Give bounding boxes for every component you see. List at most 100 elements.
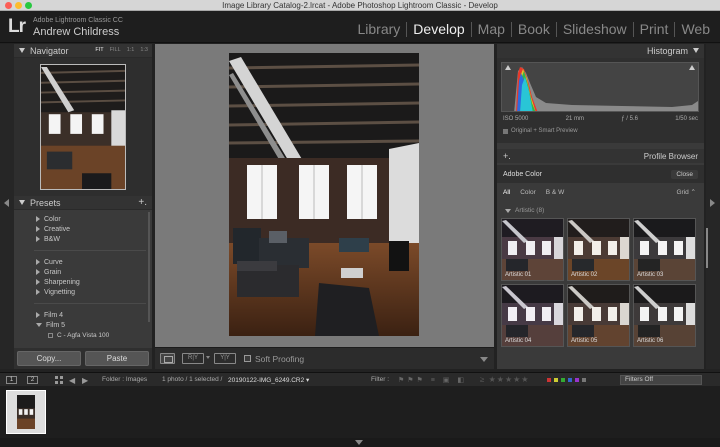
profile-view-select[interactable]: Grid ⌃ (676, 188, 696, 196)
add-profile-icon[interactable]: +. (503, 151, 511, 161)
disclosure-down-icon (505, 208, 511, 213)
color-label-filter[interactable] (547, 378, 586, 382)
secondary-window-2-button[interactable]: 2 (27, 376, 38, 384)
grid-view-icon[interactable] (55, 376, 63, 384)
focal-length-value: 21 mm (565, 116, 584, 122)
preset-group-grain[interactable]: Grain (14, 267, 152, 277)
back-arrow-icon[interactable]: ◀ (69, 376, 75, 385)
zoom-1-1[interactable]: 1:1 (127, 47, 135, 53)
disclosure-down-icon (36, 323, 42, 327)
folder-source[interactable]: Folder : Images (102, 376, 147, 383)
module-web[interactable]: Web (675, 22, 716, 37)
right-panel-scrollbar[interactable] (706, 228, 708, 268)
rating-filter[interactable]: ≥ ★★★★★ (480, 375, 529, 384)
module-book[interactable]: Book (512, 22, 557, 37)
module-map[interactable]: Map (472, 22, 512, 37)
filmstrip-toggle[interactable] (0, 438, 720, 447)
preset-file-icon (48, 332, 53, 338)
user-name: Andrew Childress (33, 26, 120, 38)
preset-group-bw[interactable]: B&W (14, 234, 152, 244)
preset-group-film-4[interactable]: Film 4 (14, 310, 152, 320)
presets-header[interactable]: Presets +. (14, 196, 152, 210)
disclosure-right-icon (36, 289, 40, 295)
preset-group-color[interactable]: Color (14, 214, 152, 224)
preset-group-sharpening[interactable]: Sharpening (14, 277, 152, 287)
profile-thumb[interactable]: Artistic 03 (633, 218, 696, 281)
secondary-window-1-button[interactable]: 1 (6, 376, 17, 384)
disclosure-right-icon (36, 279, 40, 285)
zoom-fit[interactable]: FIT (95, 47, 103, 53)
filter-preset-select[interactable]: Filters Off (620, 375, 702, 385)
filter-all[interactable]: All (503, 189, 510, 196)
profile-thumb-label: Artistic 05 (571, 338, 598, 344)
preset-group-film-5[interactable]: Film 5 (14, 320, 152, 330)
current-filename[interactable]: 20190122-IMG_6249.CR2 ▾ (228, 376, 309, 384)
green-label-icon[interactable] (561, 378, 565, 382)
filter-bw[interactable]: B & W (546, 189, 564, 196)
zoom-1-3[interactable]: 1:3 (140, 47, 148, 53)
preset-group-creative[interactable]: Creative (14, 224, 152, 234)
profile-thumb[interactable]: Artistic 04 (501, 284, 564, 347)
highlight-clipping-icon[interactable] (689, 65, 695, 70)
selection-count: 1 photo / 1 selected / (162, 376, 223, 383)
preview-status: Original + Smart Preview (501, 122, 700, 134)
histogram-graph[interactable] (501, 62, 699, 112)
filter-color[interactable]: Color (520, 189, 536, 196)
before-after-button[interactable]: R|Y (182, 353, 204, 364)
profile-thumb-label: Artistic 01 (505, 272, 532, 278)
gray-label-icon[interactable] (582, 378, 586, 382)
copy-paste-bar: Copy... Paste (14, 348, 152, 369)
photo-canvas[interactable] (155, 44, 494, 347)
navigator-header[interactable]: Navigator FIT FILL 1:1 1:3 (14, 44, 152, 58)
right-panel-toggle[interactable] (706, 44, 720, 369)
red-label-icon[interactable] (547, 378, 551, 382)
artistic-group-header[interactable]: Artistic (8) (497, 201, 704, 216)
swap-before-after-button[interactable]: Y|Y (214, 353, 236, 364)
identity-plate: Lr Adobe Lightroom Classic CC Andrew Chi… (0, 11, 720, 43)
blue-label-icon[interactable] (568, 378, 572, 382)
profile-thumb[interactable]: Artistic 01 (501, 218, 564, 281)
filmstrip-thumb[interactable] (6, 390, 46, 434)
left-panel-toggle[interactable] (0, 44, 14, 369)
profile-thumb[interactable]: Artistic 06 (633, 284, 696, 347)
histogram-header[interactable]: Histogram (497, 44, 704, 58)
copy-button[interactable]: Copy... (17, 351, 81, 366)
exif-info: ISO 5000 21 mm ƒ / 5.6 1/50 sec (501, 112, 700, 122)
smart-preview-icon (503, 128, 508, 134)
loupe-view-button[interactable] (160, 353, 175, 364)
flag-filter-icons[interactable]: ⚑⚑⚑ ≡ ▣ ◧ (398, 376, 478, 384)
collapse-right-icon (710, 199, 715, 207)
disclosure-down-icon (19, 200, 25, 205)
profile-thumb-label: Artistic 02 (571, 272, 598, 278)
dropdown-icon[interactable] (206, 356, 210, 359)
presets-scrollbar[interactable] (148, 212, 150, 322)
filmstrip (0, 386, 720, 438)
soft-proofing-checkbox[interactable] (244, 355, 251, 362)
presets-panel: Presets +. Color Creative B&W Curve Grai… (14, 196, 152, 346)
toolbar-menu-icon[interactable] (480, 357, 488, 362)
current-profile-name: Adobe Color (503, 170, 542, 178)
module-print[interactable]: Print (634, 22, 676, 37)
yellow-label-icon[interactable] (554, 378, 558, 382)
close-profile-browser-button[interactable]: Close (671, 169, 698, 179)
module-slideshow[interactable]: Slideshow (557, 22, 634, 37)
shadow-clipping-icon[interactable] (505, 65, 511, 70)
paste-button[interactable]: Paste (85, 351, 149, 366)
shutter-value: 1/50 sec (675, 116, 698, 122)
preset-group-vignetting[interactable]: Vignetting (14, 287, 152, 297)
module-develop[interactable]: Develop (407, 22, 472, 37)
module-library[interactable]: Library (352, 22, 408, 37)
preset-item[interactable]: C - Agfa Vista 100 (14, 330, 152, 340)
add-preset-icon[interactable]: +. (138, 197, 147, 208)
profile-browser-title: Profile Browser (643, 151, 698, 161)
purple-label-icon[interactable] (575, 378, 579, 382)
navigator-preview[interactable] (14, 58, 152, 196)
forward-arrow-icon[interactable]: ▶ (82, 376, 88, 385)
current-profile-row: Adobe Color Close (497, 165, 704, 183)
preview-status-text: Original + Smart Preview (511, 128, 578, 134)
presets-title: Presets (30, 197, 61, 208)
profile-thumb[interactable]: Artistic 02 (567, 218, 630, 281)
profile-thumb[interactable]: Artistic 05 (567, 284, 630, 347)
preset-group-curve[interactable]: Curve (14, 257, 152, 267)
zoom-fill[interactable]: FILL (110, 47, 121, 53)
